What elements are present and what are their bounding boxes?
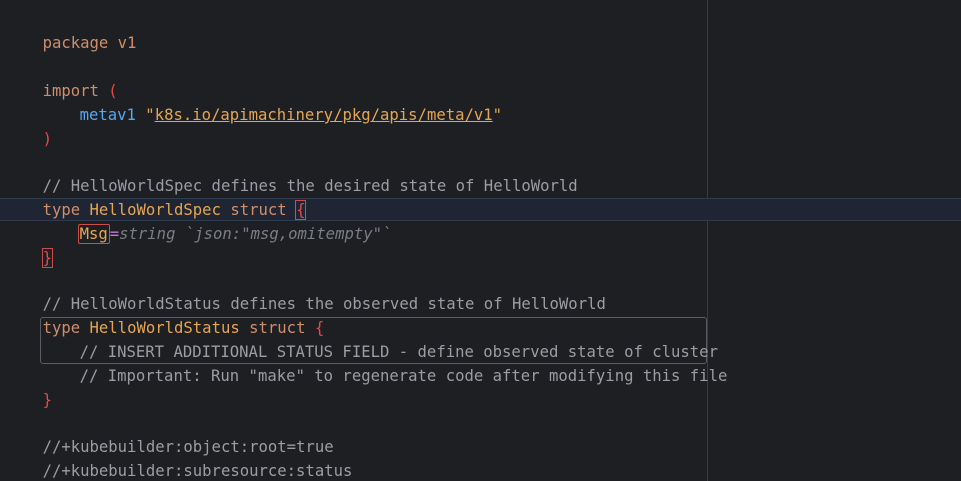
- code-line-marker-2[interactable]: //+kubebuilder:subresource:status: [5, 435, 353, 480]
- spec-field-type: string: [119, 225, 176, 243]
- import-quote-close: ": [492, 106, 503, 124]
- code-line-marker-1[interactable]: //+kubebuilder:object:root=true: [5, 411, 334, 456]
- spec-field-name: Msg: [77, 224, 110, 244]
- code-line-package[interactable]: package v1: [5, 7, 137, 52]
- kubebuilder-marker-status: //+kubebuilder:subresource:status: [42, 462, 353, 480]
- code-editor[interactable]: package v1 import ( metav1 "k8s.io/apima…: [0, 0, 961, 481]
- code-line-import[interactable]: import (: [5, 55, 118, 100]
- right-margin-guide: [707, 0, 708, 481]
- import-close-paren: ): [42, 130, 52, 148]
- code-line-spec-comment[interactable]: // HelloWorldSpec defines the desired st…: [5, 150, 578, 195]
- spec-field-tag: `json:"msg,omitempty"`: [184, 225, 392, 243]
- package-keyword: package: [42, 34, 109, 52]
- package-name: v1: [117, 34, 137, 52]
- code-line-spec-field[interactable]: Msg =string `json:"msg,omitempty"`: [5, 198, 391, 244]
- code-line-spec-close[interactable]: }: [5, 222, 53, 268]
- status-field-comment-2: // Important: Run "make" to regenerate c…: [79, 367, 728, 385]
- import-alias: metav1: [79, 106, 136, 124]
- code-line-status-comment[interactable]: // HelloWorldStatus defines the observed…: [5, 268, 606, 313]
- import-quote-open: ": [145, 106, 155, 124]
- code-line-status-comment-1[interactable]: // INSERT ADDITIONAL STATUS FIELD - defi…: [5, 316, 718, 361]
- code-line-import-spec[interactable]: metav1 "k8s.io/apimachinery/pkg/apis/met…: [5, 79, 503, 124]
- code-line-status-close[interactable]: }: [5, 364, 52, 409]
- code-line-spec-type[interactable]: type HelloWorldSpec struct {: [5, 174, 307, 220]
- spec-close-brace: }: [41, 248, 53, 268]
- inline-hint-mark: =: [109, 225, 120, 243]
- status-close-brace: }: [42, 391, 52, 409]
- code-line-import-close[interactable]: ): [5, 103, 52, 148]
- code-line-status-comment-2[interactable]: // Important: Run "make" to regenerate c…: [5, 340, 728, 385]
- code-line-status-type[interactable]: type HelloWorldStatus struct {: [5, 292, 325, 337]
- import-path-link[interactable]: k8s.io/apimachinery/pkg/apis/meta/v1: [155, 106, 493, 124]
